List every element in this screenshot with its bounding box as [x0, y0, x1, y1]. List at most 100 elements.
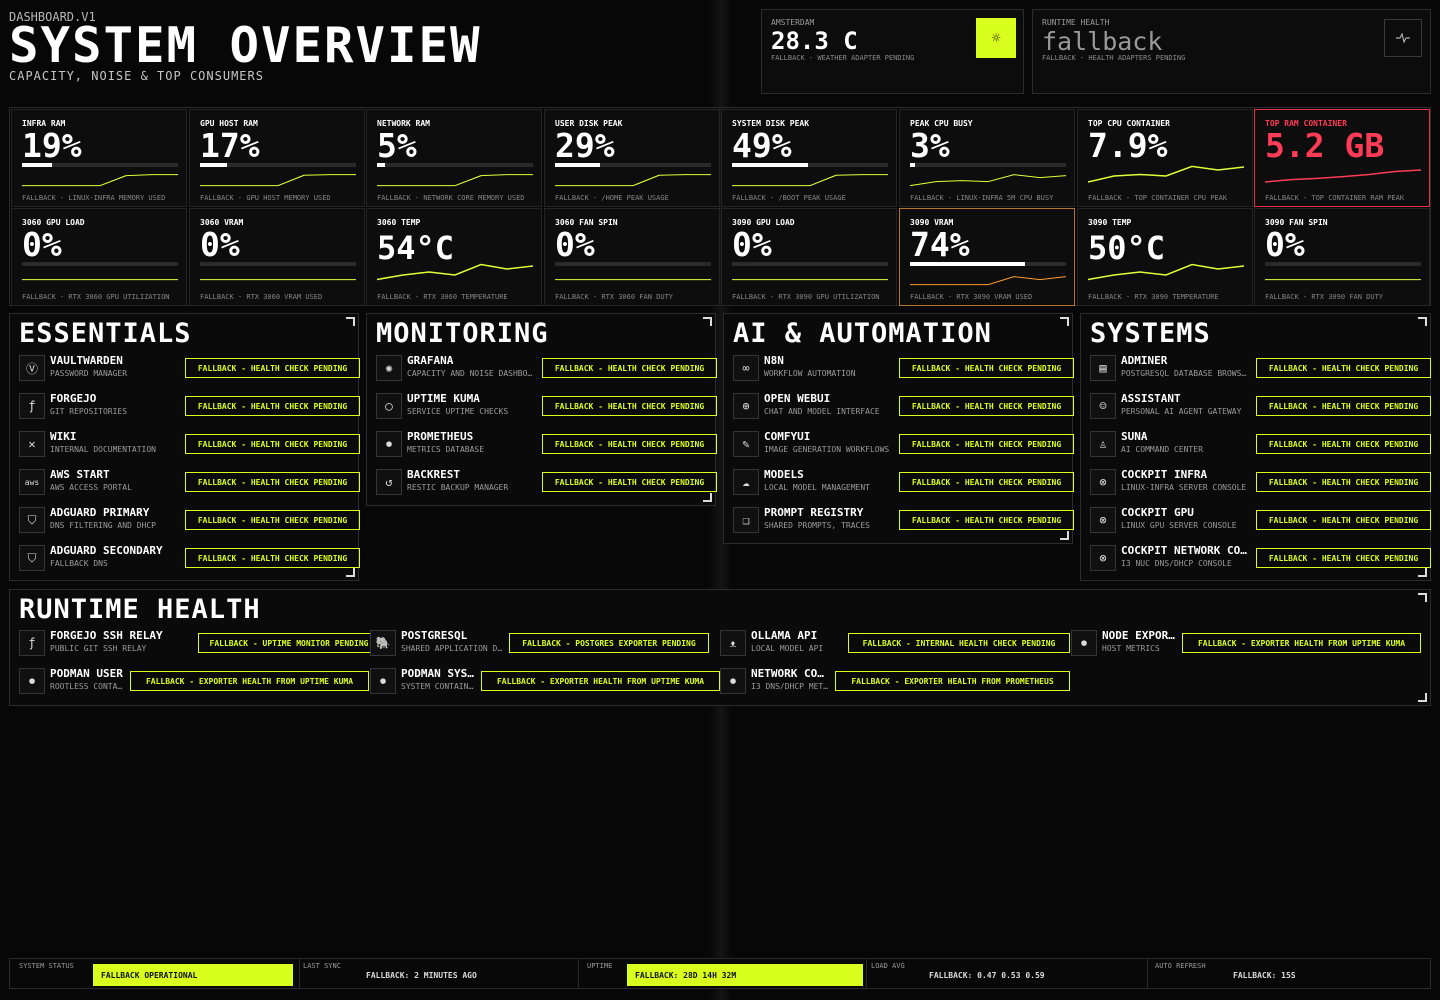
service-row[interactable]: ✎ COMFYUI IMAGE GENERATION WORKFLOWS FALLBA… [733, 428, 1074, 460]
sparkline-path [910, 276, 1066, 286]
service-row[interactable]: ∞ N8N WORKFLOW AUTOMATION FALLBACK - HEALTH… [733, 352, 1074, 384]
service-row[interactable]: Ⓥ VAULTWARDEN PASSWORD MANAGER FALLBACK - H… [19, 352, 360, 384]
service-row[interactable]: ⛉ ADGUARD SECONDARY FALLBACK DNS FALLBACK -… [19, 542, 360, 574]
health-status-badge: FALLBACK - EXPORTER HEALTH FROM UPTIME K… [130, 671, 369, 691]
service-name: VAULTWARDEN [50, 354, 123, 367]
metric-value: 49% [732, 126, 792, 165]
runtime-health-card: RUNTIME HEALTH fallback FALLBACK - HEALT… [1032, 9, 1431, 94]
metric-card[interactable]: PEAK CPU BUSY 3% FALLBACK - LINUX-INFRA 5M… [899, 109, 1075, 207]
divider [299, 959, 300, 988]
metric-source: FALLBACK - LINUX-INFRA MEMORY USED [22, 194, 166, 202]
metric-sparkline [377, 263, 533, 281]
service-row[interactable]: ƒ FORGEJO GIT REPOSITORIES FALLBACK - HEALT… [19, 390, 360, 422]
corner-marker [703, 317, 712, 326]
metric-card[interactable]: NETWORK RAM 5% FALLBACK - NETWORK CORE MEM… [366, 109, 542, 207]
health-status-badge: FALLBACK - UPTIME MONITOR PENDING [198, 633, 380, 653]
metric-card[interactable]: 3060 TEMP 54°C FALLBACK - RTX 3060 TEMPERA… [366, 208, 542, 306]
service-row[interactable]: ⏺ NODE EXPORTER HOST METRICS FALLBACK - EXP… [1071, 627, 1421, 659]
service-row[interactable]: ▤ ADMINER POSTGRESQL DATABASE BROWSER FALLB… [1090, 352, 1431, 384]
metric-sparkline [22, 279, 178, 281]
metric-card[interactable]: USER DISK PEAK 29% FALLBACK - /HOME PEAK U… [544, 109, 720, 207]
metric-progress-track [910, 163, 1066, 167]
health-status-badge: FALLBACK - HEALTH CHECK PENDING [185, 510, 360, 530]
metric-value: 74% [910, 225, 970, 264]
service-row[interactable]: ƒ FORGEJO SSH RELAY PUBLIC GIT SSH RELAY FA… [19, 627, 380, 659]
metric-sparkline [555, 174, 711, 187]
service-row[interactable]: ☁ MODELS LOCAL MODEL MANAGEMENT FALLBACK - … [733, 466, 1074, 498]
sparkline-path [377, 174, 533, 187]
service-description: DNS FILTERING AND DHCP [50, 521, 156, 530]
service-row[interactable]: ⛉ ADGUARD PRIMARY DNS FILTERING AND DHCP FA… [19, 504, 360, 536]
service-row[interactable]: 🐘 POSTGRESQL SHARED APPLICATION DATABASE FA… [370, 627, 709, 659]
health-status-badge: FALLBACK - HEALTH CHECK PENDING [1256, 358, 1431, 378]
panel-title: AI & AUTOMATION [733, 318, 992, 349]
corner-marker [1418, 317, 1427, 326]
service-description: PUBLIC GIT SSH RELAY [50, 644, 147, 653]
metric-progress-track [1265, 262, 1421, 266]
service-row[interactable]: aws AWS START AWS ACCESS PORTAL FALLBACK - … [19, 466, 360, 498]
metric-card[interactable]: 3090 VRAM 74% FALLBACK - RTX 3090 VRAM USE… [899, 208, 1075, 306]
service-name: MODELS [764, 468, 804, 481]
service-name: UPTIME KUMA [407, 392, 480, 405]
service-name: PODMAN USER [50, 667, 123, 680]
metric-progress-track [732, 262, 888, 266]
service-name: ASSISTANT [1121, 392, 1181, 405]
health-status-badge: FALLBACK - HEALTH CHECK PENDING [185, 396, 360, 416]
metric-sparkline [200, 174, 356, 187]
service-row[interactable]: ⊕ OPEN WEBUI CHAT AND MODEL INTERFACE FALLB… [733, 390, 1074, 422]
service-description: SYSTEM CONTAINERS [401, 682, 476, 691]
service-row[interactable]: ✕ WIKI INTERNAL DOCUMENTATION FALLBACK - HE… [19, 428, 360, 460]
panel-essentials: ESSENTIALS Ⓥ VAULTWARDEN PASSWORD MANAGER F… [9, 313, 360, 581]
sparkline-path [910, 174, 1066, 187]
metric-card[interactable]: 3090 FAN SPIN 0% FALLBACK - RTX 3090 FAN D… [1254, 208, 1430, 306]
metric-card[interactable]: TOP CPU CONTAINER 7.9% FALLBACK - TOP CONT… [1077, 109, 1253, 207]
service-row[interactable]: ⏺ PROMETHEUS METRICS DATABASE FALLBACK - HE… [376, 428, 717, 460]
service-row[interactable]: ❏ PROMPT REGISTRY SHARED PROMPTS, TRACES FA… [733, 504, 1074, 536]
metric-card[interactable]: 3060 VRAM 0% FALLBACK - RTX 3060 VRAM USED [189, 208, 365, 306]
load-avg-value: FALLBACK: 0.47 0.53 0.59 [929, 970, 1045, 980]
metric-card[interactable]: 3060 FAN SPIN 0% FALLBACK - RTX 3060 FAN D… [544, 208, 720, 306]
metric-card[interactable]: GPU HOST RAM 17% FALLBACK - GPU HOST MEMOR… [189, 109, 365, 207]
service-description: CHAT AND MODEL INTERFACE [764, 407, 880, 416]
service-row[interactable]: ♙ SUNA AI COMMAND CENTER FALLBACK - HEALTH … [1090, 428, 1431, 460]
service-row[interactable]: ⏺ NETWORK CORE I3 DNS/DHCP METRICS FALLBACK… [720, 665, 1070, 697]
sun-icon[interactable]: ☼ [976, 18, 1016, 58]
workflow-icon: ∞ [733, 355, 759, 381]
health-status-badge: FALLBACK - HEALTH CHECK PENDING [1256, 548, 1431, 568]
metric-sparkline [910, 174, 1066, 187]
metric-source: FALLBACK - RTX 3090 VRAM USED [910, 293, 1033, 301]
service-row[interactable]: ⊗ COCKPIT INFRA LINUX-INFRA SERVER CONSOLE… [1090, 466, 1431, 498]
metric-card[interactable]: 3090 TEMP 50°C FALLBACK - RTX 3090 TEMPERA… [1077, 208, 1253, 306]
metric-progress-track [200, 262, 356, 266]
status-bar: SYSTEM STATUS FALLBACK OPERATIONAL LAST … [9, 958, 1431, 989]
cockpit-icon: ⊗ [1090, 545, 1116, 571]
metric-sparkline [377, 174, 533, 187]
pulse-icon[interactable] [1384, 19, 1422, 57]
service-description: RESTIC BACKUP MANAGER [407, 483, 509, 492]
metric-card[interactable]: SYSTEM DISK PEAK 49% FALLBACK - /BOOT PEAK… [721, 109, 897, 207]
service-row[interactable]: ☺ ASSISTANT PERSONAL AI AGENT GATEWAY FALLB… [1090, 390, 1431, 422]
service-row[interactable]: ⏺ PODMAN SYSTEM SYSTEM CONTAINERS FALLBACK … [370, 665, 720, 697]
service-row[interactable]: ⊗ COCKPIT GPU LINUX GPU SERVER CONSOLE FALL… [1090, 504, 1431, 536]
service-row[interactable]: ✺ GRAFANA CAPACITY AND NOISE DASHBOARDS FAL… [376, 352, 717, 384]
metric-sparkline [1088, 165, 1244, 183]
metric-card[interactable]: TOP RAM CONTAINER 5.2 GB FALLBACK - TOP CO… [1254, 109, 1430, 207]
service-name: BACKREST [407, 468, 460, 481]
service-name: N8N [764, 354, 784, 367]
auto-refresh-value[interactable]: FALLBACK: 15S [1225, 964, 1425, 986]
metric-label: 3060 TEMP [377, 218, 421, 227]
cockpit-icon: ⊗ [1090, 507, 1116, 533]
sparkline-path [22, 174, 178, 187]
service-description: LOCAL MODEL API [751, 644, 824, 653]
service-row[interactable]: ⏺ PODMAN USER ROOTLESS CONTAINERS FALLBACK … [19, 665, 369, 697]
metric-card[interactable]: 3090 GPU LOAD 0% FALLBACK - RTX 3090 GPU U… [721, 208, 897, 306]
service-row[interactable]: ↺ BACKREST RESTIC BACKUP MANAGER FALLBACK -… [376, 466, 717, 498]
health-status-badge: FALLBACK - HEALTH CHECK PENDING [185, 434, 360, 454]
service-row[interactable]: ᴥ OLLAMA API LOCAL MODEL API FALLBACK - INT… [720, 627, 1070, 659]
metric-card[interactable]: INFRA RAM 19% FALLBACK - LINUX-INFRA MEMOR… [11, 109, 187, 207]
metric-card[interactable]: 3060 GPU LOAD 0% FALLBACK - RTX 3060 GPU U… [11, 208, 187, 306]
service-row[interactable]: ◯ UPTIME KUMA SERVICE UPTIME CHECKS FALLBAC… [376, 390, 717, 422]
service-name: WIKI [50, 430, 77, 443]
service-row[interactable]: ⊗ COCKPIT NETWORK CORE I3 NUC DNS/DHCP CON… [1090, 542, 1431, 574]
metric-value: 0% [22, 225, 62, 264]
